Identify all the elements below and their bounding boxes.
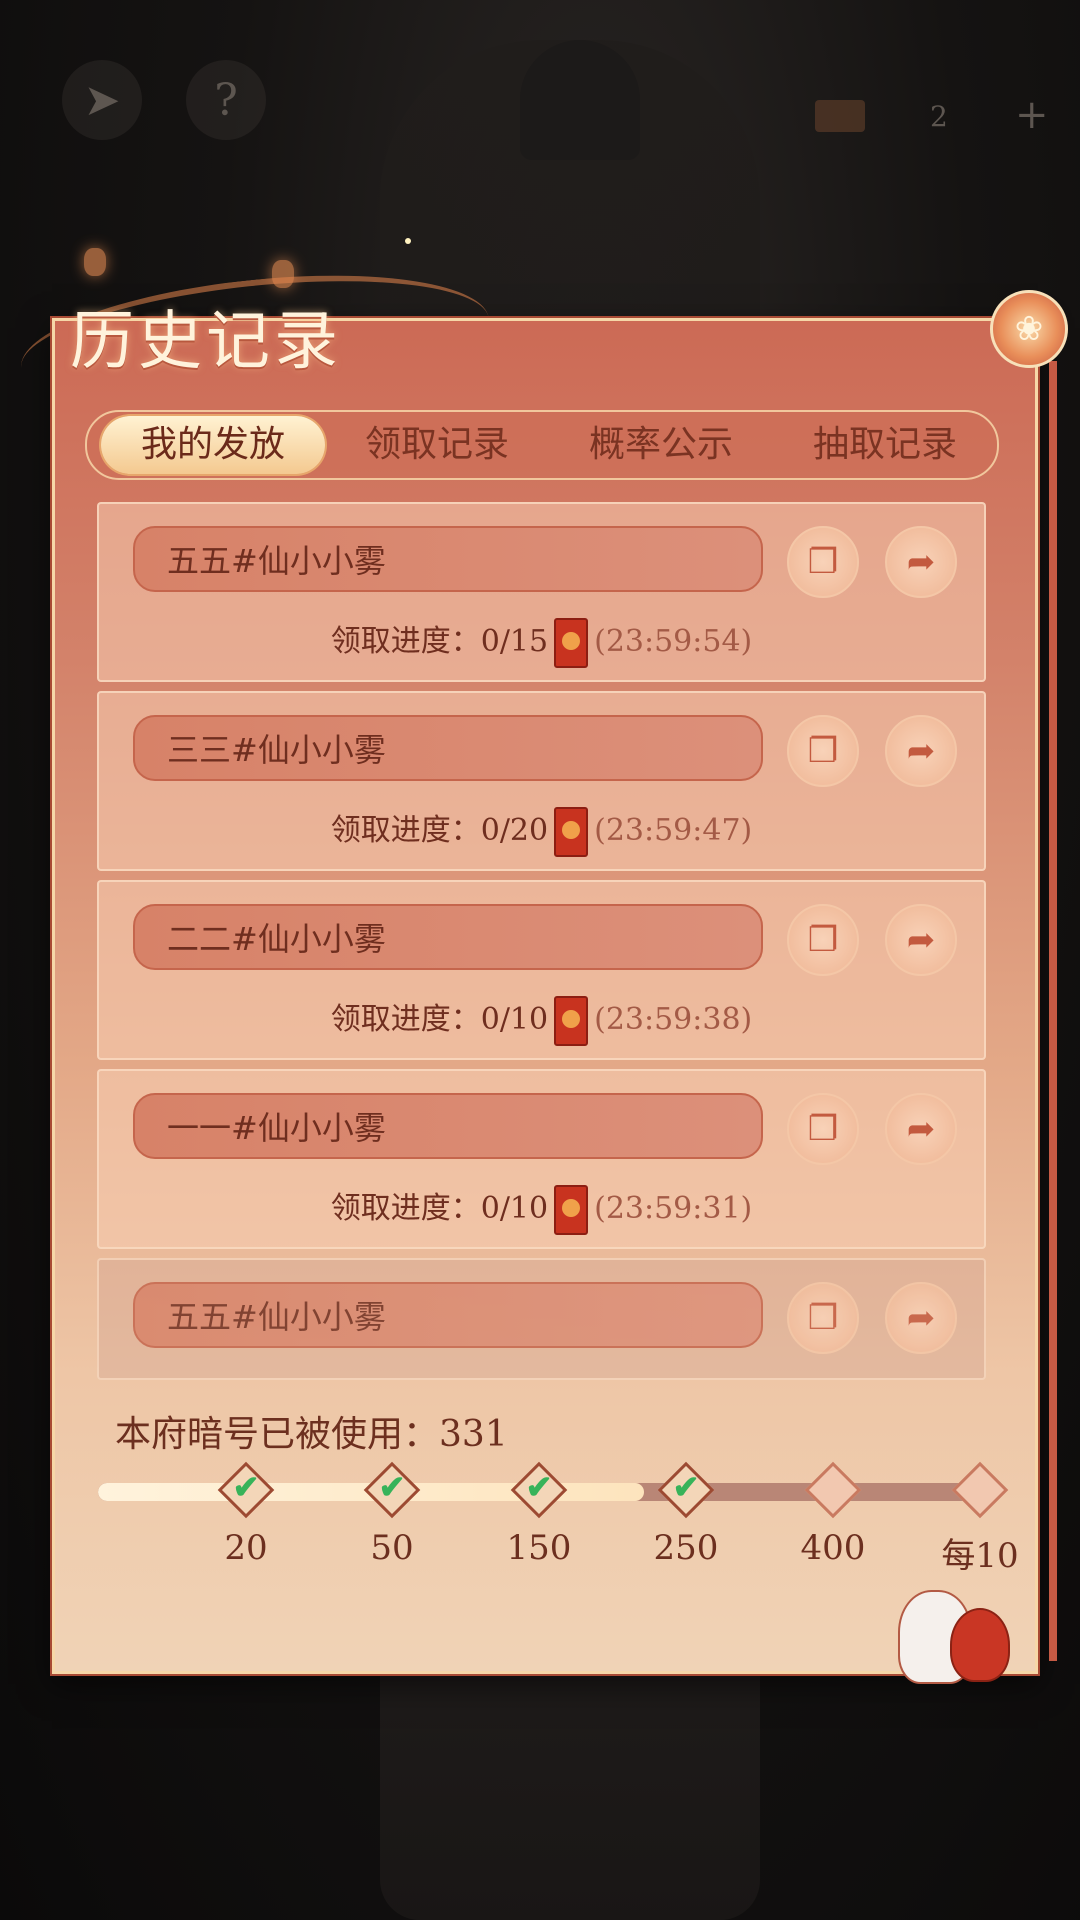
red-packet-icon [554,618,589,668]
copy-button[interactable]: ❐ [787,1282,859,1354]
tab-bar: 我的发放 领取记录 概率公示 抽取记录 [85,410,999,480]
milestone-label: 20 [224,1528,268,1568]
add-ticket-button[interactable]: + [1015,92,1049,138]
milestone-label: 250 [653,1528,719,1568]
progress-value: 0/20 [480,813,549,848]
usage-label: 本府暗号已被使用： [115,1414,440,1455]
milestone-label: 400 [800,1528,866,1568]
checkmark-icon: ✔ [232,1468,260,1506]
copy-icon: ❐ [807,1109,839,1149]
record-card: 五五#仙小小雾 ❐ ➦ [97,1258,986,1380]
share-arrow-icon: ➦ [906,1109,936,1149]
copy-button[interactable]: ❐ [787,715,859,787]
question-icon[interactable]: ? [186,60,266,140]
share-arrow-icon: ➦ [906,731,936,771]
copy-button[interactable]: ❐ [787,904,859,976]
record-name: 二二#仙小小雾 [133,904,763,970]
progress-value: 0/10 [480,1002,549,1037]
red-packet-icon [554,807,589,857]
progress-label: 领取进度： [330,813,481,848]
progress-label: 领取进度： [330,624,481,659]
remaining-time: (23:59:38) [594,1002,753,1037]
copy-icon: ❐ [807,731,839,771]
progress-value: 0/15 [480,624,549,659]
ticket-icon [815,100,865,132]
copy-icon: ❐ [807,542,839,582]
progress-label: 领取进度： [330,1002,481,1037]
progress-label: 领取进度： [330,1191,481,1226]
claim-progress: 领取进度：0/10 (23:59:38) [99,994,984,1046]
tab-claim-records[interactable]: 领取记录 [325,416,549,474]
copy-button[interactable]: ❐ [787,1093,859,1165]
claim-progress: 领取进度：0/15 (23:59:54) [99,616,984,668]
tab-draw-records[interactable]: 抽取记录 [773,416,997,474]
share-arrow-icon: ➦ [906,1298,936,1338]
share-arrow-icon: ➦ [906,920,936,960]
copy-button[interactable]: ❐ [787,526,859,598]
record-card: 三三#仙小小雾 ❐ ➦ 领取进度：0/20 (23:59:47) [97,691,986,871]
panel-side-strip [1049,361,1057,1661]
record-name: 一一#仙小小雾 [133,1093,763,1159]
record-name: 五五#仙小小雾 [133,526,763,592]
claim-progress: 领取进度：0/20 (23:59:47) [99,805,984,857]
record-name: 五五#仙小小雾 [133,1282,763,1348]
record-card: 五五#仙小小雾 ❐ ➦ 领取进度：0/15 (23:59:54) [97,502,986,682]
red-packet-icon [554,1185,589,1235]
record-name: 三三#仙小小雾 [133,715,763,781]
background-hat [520,40,640,160]
panel-title: 历史记录 [70,305,342,379]
share-button[interactable]: ➦ [885,526,957,598]
lucky-bag-icon [950,1608,1010,1682]
share-button[interactable]: ➦ [885,715,957,787]
lantern-decoration [84,248,106,276]
remaining-time: (23:59:47) [594,813,753,848]
checkmark-icon: ✔ [672,1468,700,1506]
tab-my-distribution[interactable]: 我的发放 [101,416,325,474]
milestone-label: 150 [506,1528,572,1568]
milestone-label: 每10 [941,1536,1019,1576]
tab-probability[interactable]: 概率公示 [549,416,773,474]
checkmark-icon: ✔ [525,1468,553,1506]
checkmark-icon: ✔ [378,1468,406,1506]
share-button[interactable]: ➦ [885,1282,957,1354]
ticket-count: 2 [930,100,948,133]
copy-icon: ❐ [807,920,839,960]
remaining-time: (23:59:31) [594,1191,753,1226]
sparkle-decoration [405,238,411,244]
back-arrow-icon[interactable]: ➤ [62,60,142,140]
record-card: 一一#仙小小雾 ❐ ➦ 领取进度：0/10 (23:59:31) [97,1069,986,1249]
milestone-label: 50 [370,1528,414,1568]
usage-summary: 本府暗号已被使用：331 [115,1405,508,1457]
claim-progress: 领取进度：0/10 (23:59:31) [99,1183,984,1235]
remaining-time: (23:59:54) [594,624,753,659]
share-arrow-icon: ➦ [906,542,936,582]
record-card: 二二#仙小小雾 ❐ ➦ 领取进度：0/10 (23:59:38) [97,880,986,1060]
copy-icon: ❐ [807,1298,839,1338]
share-button[interactable]: ➦ [885,904,957,976]
share-button[interactable]: ➦ [885,1093,957,1165]
close-button[interactable]: ❀ [990,290,1068,368]
red-packet-icon [554,996,589,1046]
usage-count: 331 [439,1414,508,1455]
progress-value: 0/10 [480,1191,549,1226]
